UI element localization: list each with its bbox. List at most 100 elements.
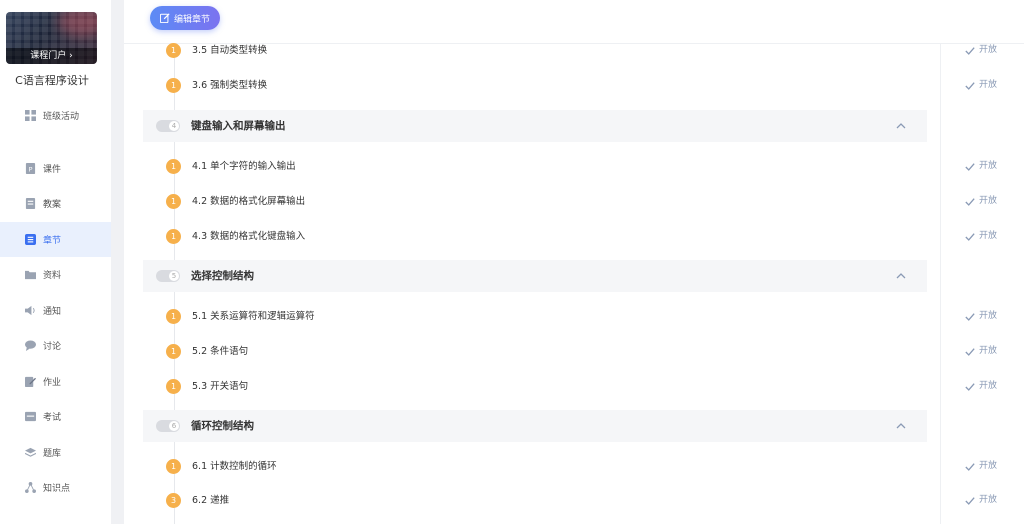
- sidebar-item-question-bank[interactable]: 题库: [0, 435, 111, 471]
- course-cover-image[interactable]: 课程门户 ›: [6, 12, 97, 64]
- chevron-up-icon[interactable]: [895, 420, 907, 432]
- chapter-toggle[interactable]: 5: [156, 270, 180, 282]
- chapter-header[interactable]: 5 选择控制结构: [143, 260, 927, 292]
- list-icon: [25, 233, 36, 245]
- check-icon: [965, 81, 975, 90]
- sidebar-item-label: 教案: [43, 200, 62, 211]
- chapter-number: 6: [169, 421, 179, 431]
- section-row[interactable]: 1 5.2 条件语句 开放: [124, 334, 1024, 369]
- section-title[interactable]: 3.5 自动类型转换: [192, 43, 267, 58]
- edit-chapters-button[interactable]: 编辑章节: [150, 6, 221, 30]
- sidebar-item-label: 课件: [43, 164, 62, 175]
- sidebar-item-class-activity[interactable]: 班级活动: [0, 98, 111, 134]
- section-status[interactable]: 开放: [965, 459, 997, 474]
- sidebar-item-knowledge-points[interactable]: 知识点: [0, 470, 111, 506]
- sidebar-item-label: 作业: [43, 377, 62, 388]
- section-row[interactable]: 1 4.3 数据的格式化键盘输入 开放: [124, 219, 1024, 254]
- section-row[interactable]: 1 5.1 关系运算符和逻辑运算符 开放: [124, 299, 1024, 334]
- section-title[interactable]: 6.2 递推: [192, 493, 229, 508]
- section-badge: 1: [166, 43, 181, 58]
- section-title[interactable]: 4.2 数据的格式化屏幕输出: [192, 194, 305, 209]
- edit-icon: [160, 13, 170, 23]
- section-status[interactable]: 开放: [965, 159, 997, 174]
- status-label: 开放: [979, 381, 998, 391]
- check-icon: [965, 197, 975, 206]
- chapter-header[interactable]: 6 循环控制结构: [143, 410, 927, 442]
- sidebar-item-label: 通知: [43, 306, 62, 317]
- sidebar-item-exam[interactable]: 考试: [0, 399, 111, 435]
- sidebar-item-chapters[interactable]: 章节: [0, 221, 111, 257]
- sidebar-item-lesson-plan[interactable]: 教案: [0, 186, 111, 222]
- status-label: 开放: [979, 311, 998, 321]
- section-status[interactable]: 开放: [965, 43, 997, 58]
- section-title[interactable]: 5.2 条件语句: [192, 344, 248, 359]
- section-title[interactable]: 6.1 计数控制的循环: [192, 459, 277, 474]
- section-row[interactable]: 1 3.6 强制类型转换 开放: [124, 68, 1024, 103]
- section-row[interactable]: 1 4.1 单个字符的输入输出 开放: [124, 149, 1024, 184]
- section-status[interactable]: 开放: [965, 379, 997, 394]
- section-row[interactable]: 3 6.2 递推 开放: [124, 483, 1024, 518]
- sidebar-item-discussion[interactable]: 讨论: [0, 328, 111, 364]
- status-label: 开放: [979, 80, 998, 90]
- chapter-title: 选择控制结构: [191, 270, 254, 282]
- check-icon: [965, 462, 975, 471]
- section-badge: 1: [166, 379, 181, 394]
- section-row[interactable]: 1 6.1 计数控制的循环 开放: [124, 449, 1024, 484]
- exam-icon: [25, 412, 36, 422]
- layers-icon: [25, 447, 36, 457]
- sidebar-item-courseware[interactable]: P 课件: [0, 151, 111, 187]
- chevron-up-icon[interactable]: [895, 120, 907, 132]
- section-row[interactable]: 1 5.3 开关语句 开放: [124, 369, 1024, 404]
- section-status[interactable]: 开放: [965, 78, 997, 93]
- course-title: C语言程序设计: [15, 74, 89, 87]
- section-status[interactable]: 开放: [965, 344, 997, 359]
- chapter-toggle[interactable]: 6: [156, 420, 180, 432]
- section-row[interactable]: 1 3.5 自动类型转换 开放: [124, 33, 1024, 68]
- section-badge: 1: [166, 309, 181, 324]
- chat-bubble-icon: [25, 340, 36, 352]
- section-badge: 1: [166, 229, 181, 244]
- section-title[interactable]: 4.1 单个字符的输入输出: [192, 159, 296, 174]
- check-icon: [965, 162, 975, 171]
- status-label: 开放: [979, 346, 998, 356]
- section-status[interactable]: 开放: [965, 309, 997, 324]
- chapter-number: 5: [169, 271, 179, 281]
- section-title[interactable]: 3.6 强制类型转换: [192, 78, 267, 93]
- ppt-file-icon: P: [25, 162, 36, 174]
- status-label: 开放: [979, 495, 998, 505]
- sidebar-item-materials[interactable]: 资料: [0, 257, 111, 293]
- section-status[interactable]: 开放: [965, 493, 997, 508]
- section-status[interactable]: 开放: [965, 194, 997, 209]
- section-title[interactable]: 5.1 关系运算符和逻辑运算符: [192, 309, 315, 324]
- chapter-header[interactable]: 4 键盘输入和屏幕输出: [143, 110, 927, 142]
- sidebar-item-notices[interactable]: 通知: [0, 293, 111, 329]
- section-title[interactable]: 5.3 开关语句: [192, 379, 248, 394]
- status-label: 开放: [979, 231, 998, 241]
- chevron-up-icon[interactable]: [895, 270, 907, 282]
- sidebar-item-label: 讨论: [43, 342, 62, 353]
- status-label: 开放: [979, 461, 998, 471]
- section-status[interactable]: 开放: [965, 229, 997, 244]
- section-badge: 1: [166, 344, 181, 359]
- sidebar-item-label: 班级活动: [43, 112, 80, 123]
- check-icon: [965, 496, 975, 505]
- section-title[interactable]: 4.3 数据的格式化键盘输入: [192, 229, 305, 244]
- chapter-number: 4: [169, 121, 179, 131]
- section-badge: 3: [166, 493, 181, 508]
- section-row[interactable]: 1 4.2 数据的格式化屏幕输出 开放: [124, 184, 1024, 219]
- section-badge: 1: [166, 459, 181, 474]
- svg-text:P: P: [29, 165, 33, 173]
- sidebar-item-homework[interactable]: 作业: [0, 364, 111, 400]
- course-portal-link[interactable]: 课程门户 ›: [6, 48, 97, 64]
- status-label: 开放: [979, 161, 998, 171]
- section-badge: 1: [166, 194, 181, 209]
- edit-icon: [25, 376, 36, 387]
- chapter-toggle[interactable]: 4: [156, 120, 180, 132]
- check-icon: [965, 232, 975, 241]
- status-label: 开放: [979, 45, 998, 55]
- status-label: 开放: [979, 196, 998, 206]
- sidebar-nav: 班级活动 P 课件 教案 章节 资料 通知 讨论 作业 考试 题库 知识点: [0, 98, 111, 506]
- chapter-panel: 编辑章节 1 3.5 自动类型转换 开放 1 3.6 强制类型转换 开放 4 键…: [124, 0, 1024, 524]
- section-badge: 1: [166, 78, 181, 93]
- edit-chapters-label: 编辑章节: [174, 14, 211, 25]
